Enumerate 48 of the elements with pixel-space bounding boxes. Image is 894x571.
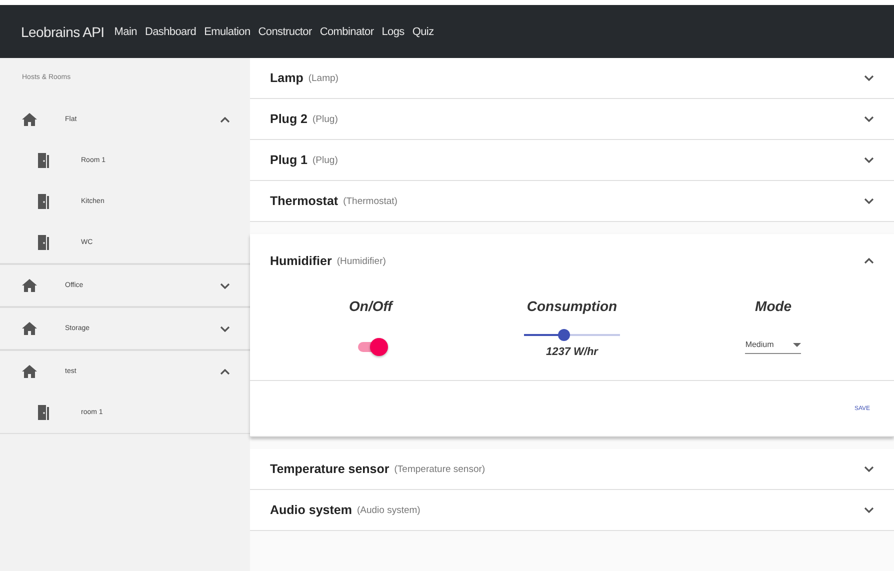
home-icon	[22, 279, 37, 292]
device-name: Thermostat	[270, 194, 338, 208]
nav-link[interactable]: Quiz	[412, 26, 434, 38]
device-name: Humidifier	[270, 254, 332, 268]
nav-link[interactable]: Combinator	[320, 26, 374, 38]
device-type: (Plug)	[312, 114, 339, 124]
device-name: Audio system	[270, 503, 352, 517]
chevron-down-icon[interactable]	[864, 466, 874, 472]
control-label: Mode	[755, 298, 792, 314]
chevron-down-icon[interactable]	[220, 282, 230, 288]
device-name: Temperature sensor	[270, 462, 390, 476]
slider-thumb[interactable]	[558, 329, 570, 341]
device-name: Plug 2	[270, 112, 308, 126]
nav-link[interactable]: Dashboard	[144, 26, 196, 38]
chevron-down-icon[interactable]	[220, 326, 230, 332]
nav-link[interactable]: Logs	[382, 26, 404, 38]
mode-select[interactable]: Medium	[745, 340, 802, 354]
device-type: (Lamp)	[308, 72, 340, 84]
home-icon	[22, 113, 37, 126]
device-name: Plug 1	[270, 153, 308, 167]
device-name: Lamp	[270, 71, 304, 85]
device-type: (Thermostat)	[343, 196, 398, 206]
nav-link[interactable]: Main	[114, 26, 137, 38]
dropdown-arrow-icon[interactable]	[793, 342, 802, 346]
chevron-down-icon[interactable]	[864, 75, 874, 81]
nav-link[interactable]: Emulation	[204, 26, 250, 38]
home-icon	[22, 365, 37, 378]
chevron-down-icon[interactable]	[864, 116, 874, 122]
slider-reading: 1237 W/hr	[546, 346, 598, 358]
device-type: (Plug)	[312, 154, 339, 166]
device-type: (Audio system)	[356, 504, 422, 516]
chevron-down-icon[interactable]	[864, 507, 874, 513]
control-label: On/Off	[349, 298, 392, 314]
control-label: Consumption	[526, 298, 618, 314]
device-type: (Humidifier)	[336, 256, 387, 266]
home-icon	[22, 322, 37, 335]
chevron-up-icon[interactable]	[220, 116, 230, 122]
door-icon	[37, 194, 50, 209]
door-icon	[37, 405, 50, 420]
chevron-up-icon[interactable]	[864, 258, 874, 264]
nav-link[interactable]: Constructor	[258, 26, 312, 38]
chevron-down-icon[interactable]	[864, 157, 874, 163]
chevron-down-icon[interactable]	[864, 198, 874, 204]
door-icon	[37, 235, 50, 250]
brand-title[interactable]: Leobrains API	[21, 24, 104, 40]
door-icon	[37, 153, 50, 168]
device-type: (Temperature sensor)	[394, 464, 486, 474]
chevron-up-icon[interactable]	[220, 368, 230, 374]
